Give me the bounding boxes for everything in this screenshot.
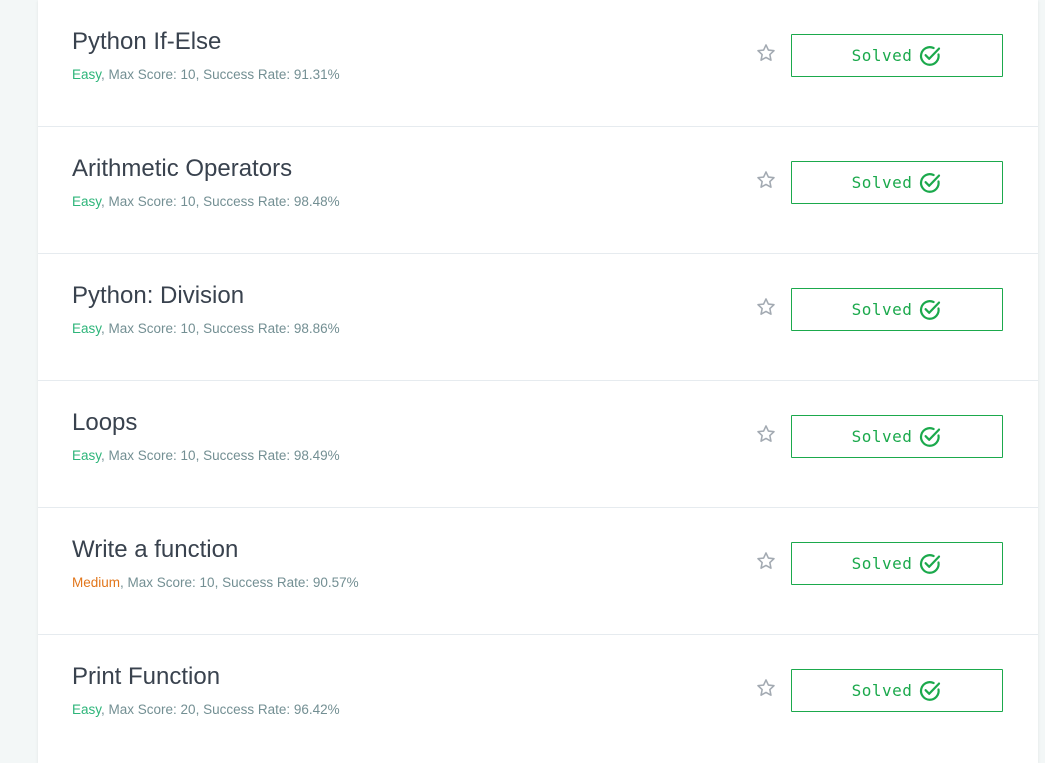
solved-button[interactable]: Solved [791, 415, 1003, 458]
challenge-title[interactable]: Arithmetic Operators [72, 155, 292, 183]
solved-label: Solved [851, 46, 913, 65]
challenge-title[interactable]: Python: Division [72, 282, 244, 310]
difficulty-sep: , [101, 702, 109, 717]
score-rate-text: Max Score: 20, Success Rate: 96.42% [108, 702, 340, 717]
difficulty-sep: , [101, 448, 109, 463]
solved-button[interactable]: Solved [791, 542, 1003, 585]
check-circle-icon [920, 172, 941, 193]
solved-label: Solved [851, 300, 913, 319]
challenge-title[interactable]: Write a function [72, 536, 238, 564]
difficulty-label: Medium [72, 575, 121, 590]
check-circle-icon [920, 426, 941, 447]
solved-button[interactable]: Solved [791, 161, 1003, 204]
challenge-title[interactable]: Loops [72, 409, 137, 437]
score-rate-text: Max Score: 10, Success Rate: 98.86% [108, 321, 340, 336]
difficulty-label: Easy [72, 702, 102, 717]
check-circle-icon [920, 680, 941, 701]
challenge-card[interactable]: Print Function Easy, Max Score: 20, Succ… [38, 635, 1038, 763]
challenge-meta: Easy, Max Score: 10, Success Rate: 98.86… [72, 321, 340, 336]
solved-button[interactable]: Solved [791, 34, 1003, 77]
difficulty-sep: , [101, 67, 109, 82]
solved-label: Solved [851, 427, 913, 446]
challenge-meta: Easy, Max Score: 20, Success Rate: 96.42… [72, 702, 340, 717]
challenge-card[interactable]: Arithmetic Operators Easy, Max Score: 10… [38, 127, 1038, 254]
challenge-meta: Easy, Max Score: 10, Success Rate: 98.48… [72, 194, 340, 209]
difficulty-label: Easy [72, 448, 102, 463]
star-icon[interactable] [755, 550, 777, 572]
score-rate-text: Max Score: 10, Success Rate: 98.49% [108, 448, 340, 463]
star-icon[interactable] [755, 423, 777, 445]
solved-label: Solved [851, 554, 913, 573]
solved-label: Solved [851, 173, 913, 192]
star-icon[interactable] [755, 677, 777, 699]
difficulty-sep: , [120, 575, 128, 590]
score-rate-text: Max Score: 10, Success Rate: 98.48% [108, 194, 340, 209]
difficulty-label: Easy [72, 194, 102, 209]
challenge-meta: Easy, Max Score: 10, Success Rate: 98.49… [72, 448, 340, 463]
challenge-card[interactable]: Python: Division Easy, Max Score: 10, Su… [38, 254, 1038, 381]
score-rate-text: Max Score: 10, Success Rate: 90.57% [127, 575, 359, 590]
challenge-meta: Medium, Max Score: 10, Success Rate: 90.… [72, 575, 359, 590]
score-rate-text: Max Score: 10, Success Rate: 91.31% [108, 67, 340, 82]
challenge-card[interactable]: Loops Easy, Max Score: 10, Success Rate:… [38, 381, 1038, 508]
star-icon[interactable] [755, 169, 777, 191]
difficulty-sep: , [101, 321, 109, 336]
difficulty-label: Easy [72, 67, 102, 82]
challenge-card[interactable]: Python If-Else Easy, Max Score: 10, Succ… [38, 0, 1038, 127]
difficulty-sep: , [101, 194, 109, 209]
solved-button[interactable]: Solved [791, 288, 1003, 331]
challenge-card[interactable]: Write a function Medium, Max Score: 10, … [38, 508, 1038, 635]
challenge-title[interactable]: Python If-Else [72, 28, 221, 56]
solved-button[interactable]: Solved [791, 669, 1003, 712]
difficulty-label: Easy [72, 321, 102, 336]
challenge-meta: Easy, Max Score: 10, Success Rate: 91.31… [72, 67, 340, 82]
challenge-list: Python If-Else Easy, Max Score: 10, Succ… [38, 0, 1038, 763]
check-circle-icon [920, 45, 941, 66]
challenge-title[interactable]: Print Function [72, 663, 220, 691]
star-icon[interactable] [755, 42, 777, 64]
star-icon[interactable] [755, 296, 777, 318]
check-circle-icon [920, 553, 941, 574]
solved-label: Solved [851, 681, 913, 700]
check-circle-icon [920, 299, 941, 320]
